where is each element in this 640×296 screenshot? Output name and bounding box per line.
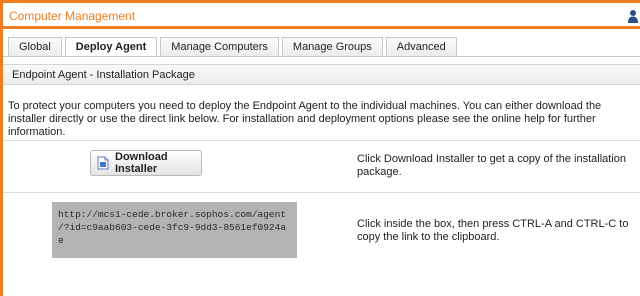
download-installer-button[interactable]: Download Installer bbox=[90, 150, 202, 176]
tab-manage-groups[interactable]: Manage Groups bbox=[281, 37, 383, 56]
section-header: Endpoint Agent - Installation Package bbox=[3, 64, 640, 85]
intro-text: To protect your computers you need to de… bbox=[8, 100, 602, 138]
copy-link-help-text: Click inside the box, then press CTRL-A … bbox=[357, 218, 629, 243]
direct-link-line-2: /?id=c9aab603-cede-3fc9-9dd3-8561ef0924a… bbox=[58, 222, 287, 246]
tab-bar: Global Deploy Agent Manage Computers Man… bbox=[8, 37, 460, 57]
tab-manage-computers[interactable]: Manage Computers bbox=[160, 37, 279, 56]
window-title: Computer Management bbox=[9, 9, 136, 23]
download-installer-icon bbox=[97, 156, 109, 170]
row-divider bbox=[3, 140, 640, 141]
direct-link-line-1: http://mcs1-cede.broker.sophos.com/agent bbox=[58, 209, 287, 220]
section-title: Endpoint Agent - Installation Package bbox=[12, 69, 195, 81]
tab-divider bbox=[3, 56, 640, 57]
download-installer-label: Download Installer bbox=[115, 151, 168, 175]
tab-deploy-agent[interactable]: Deploy Agent bbox=[64, 37, 158, 57]
tab-advanced[interactable]: Advanced bbox=[385, 37, 457, 56]
download-help-text: Click Download Installer to get a copy o… bbox=[357, 153, 627, 178]
tab-global[interactable]: Global bbox=[8, 37, 62, 56]
title-bar: Computer Management bbox=[3, 3, 640, 29]
row-divider bbox=[3, 192, 640, 193]
user-icon[interactable] bbox=[628, 9, 638, 23]
direct-link-box[interactable]: http://mcs1-cede.broker.sophos.com/agent… bbox=[52, 202, 297, 258]
